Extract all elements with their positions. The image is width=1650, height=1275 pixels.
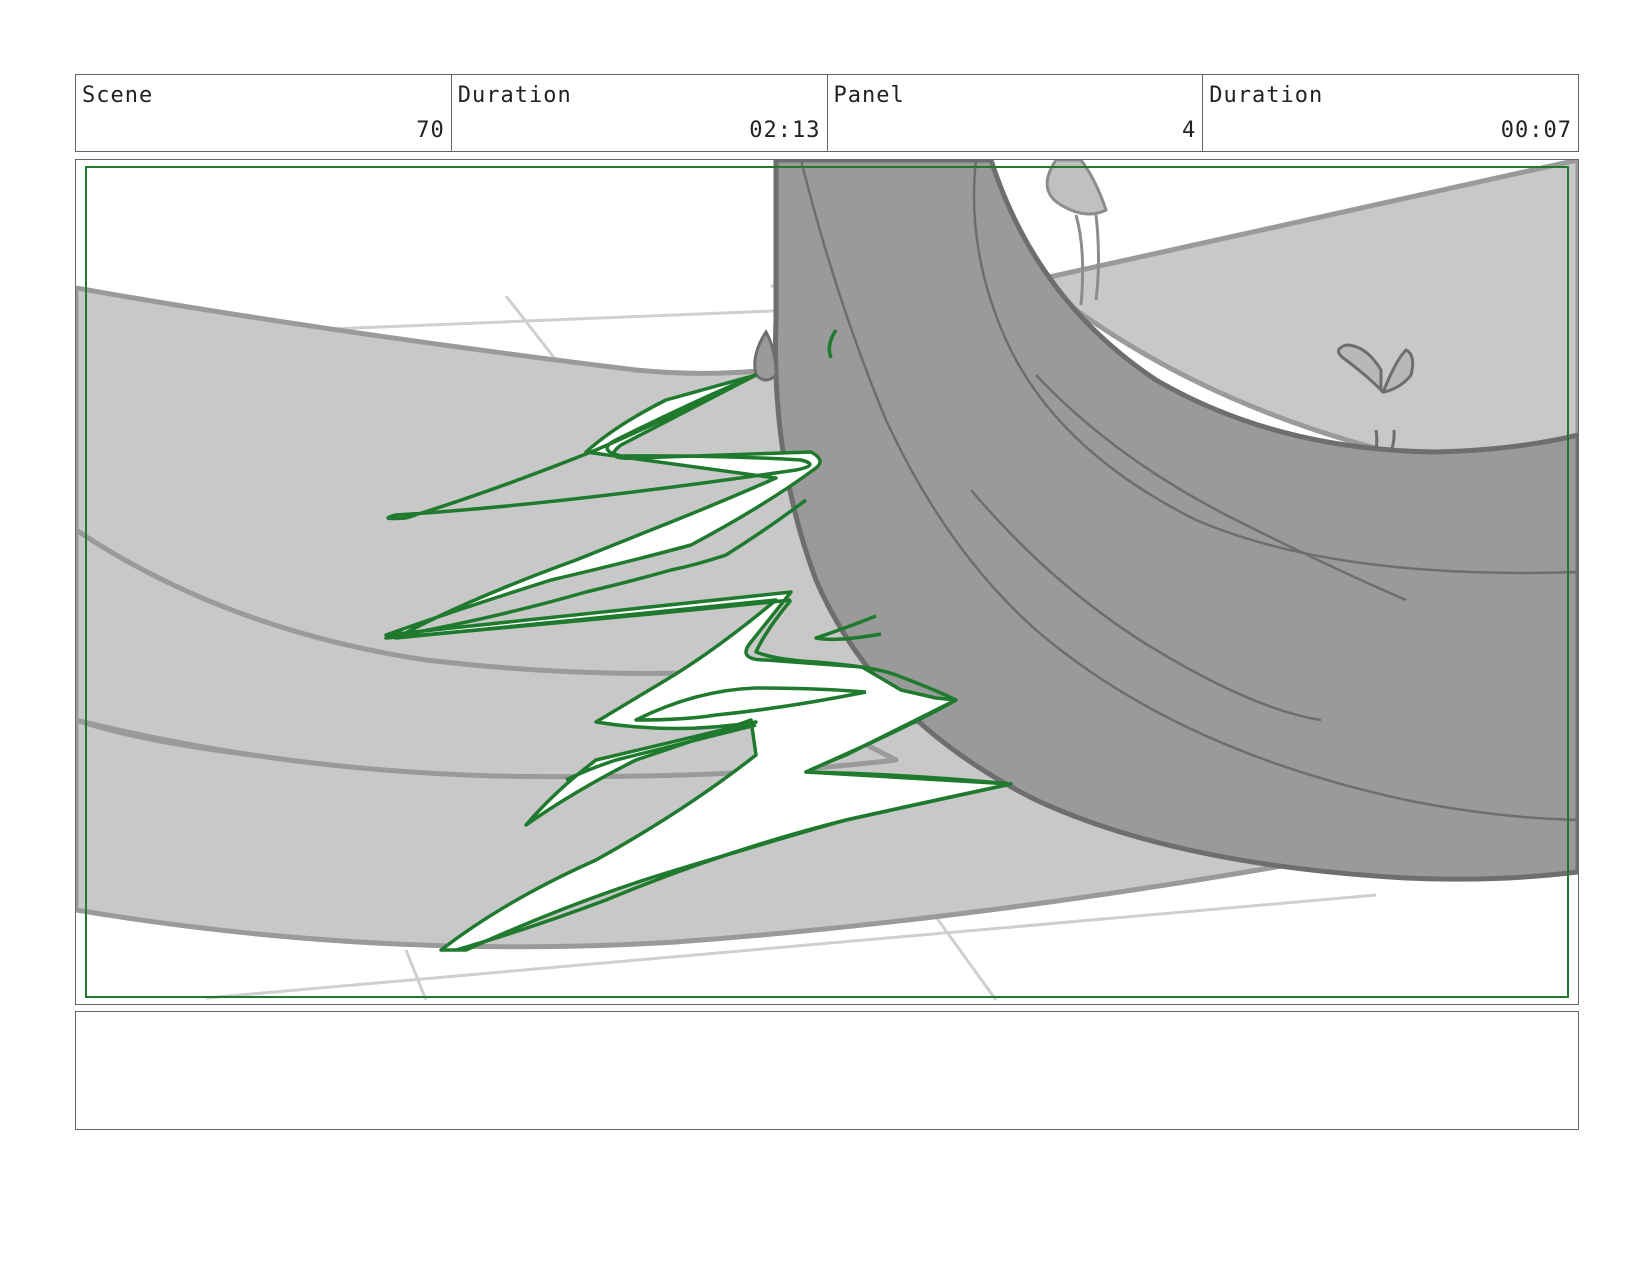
scene-label: Scene <box>82 83 154 108</box>
scene-number: 70 <box>416 118 445 143</box>
scene-info-header: Scene 70 Duration 02:13 Panel 4 Duration… <box>75 74 1579 152</box>
panel-notes[interactable] <box>75 1011 1579 1130</box>
form-nub <box>753 329 778 382</box>
panel-cell: Panel 4 <box>828 75 1204 151</box>
panel-duration-value: 00:07 <box>1500 118 1572 143</box>
storyboard-panel <box>75 159 1579 1005</box>
scene-duration-label: Duration <box>457 83 572 108</box>
panel-duration-cell: Duration 00:07 <box>1203 75 1578 151</box>
panel-label: Panel <box>833 83 905 108</box>
panel-artwork <box>76 160 1578 1001</box>
scene-duration-cell: Duration 02:13 <box>452 75 828 151</box>
scene-duration-value: 02:13 <box>749 118 821 143</box>
scene-cell: Scene 70 <box>76 75 452 151</box>
panel-number: 4 <box>1182 118 1197 143</box>
panel-duration-label: Duration <box>1209 83 1324 108</box>
